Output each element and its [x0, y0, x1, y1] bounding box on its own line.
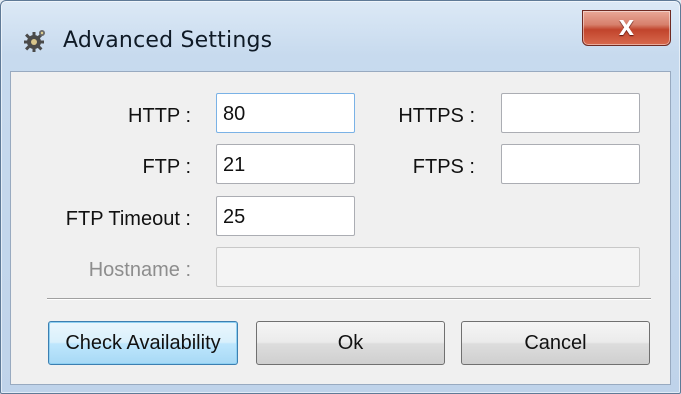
dialog-body: HTTP : 80 HTTPS : FTP : 21 FTPS : FTP Ti…	[10, 71, 671, 385]
close-icon: X	[618, 16, 635, 40]
gear-icon	[24, 30, 45, 52]
ok-button[interactable]: Ok	[256, 321, 445, 365]
ftp-timeout-value: 25	[223, 206, 246, 228]
ftps-port-input[interactable]	[501, 144, 640, 184]
ftp-port-value: 21	[223, 154, 246, 176]
check-availability-button[interactable]: Check Availability	[48, 321, 238, 365]
ftp-timeout-label: FTP Timeout :	[65, 208, 191, 230]
title-bar[interactable]: Advanced Settings X	[1, 1, 680, 69]
hostname-input	[216, 247, 640, 287]
http-label: HTTP :	[128, 105, 191, 127]
http-port-value: 80	[223, 103, 246, 125]
button-separator	[47, 298, 651, 300]
ftps-label: FTPS :	[412, 156, 475, 178]
http-port-input[interactable]: 80	[216, 93, 355, 133]
https-label: HTTPS :	[398, 105, 475, 127]
ftp-port-input[interactable]: 21	[216, 144, 355, 184]
dialog-window: Advanced Settings X HTTP : 80 HTTPS : FT…	[0, 0, 681, 394]
cancel-button[interactable]: Cancel	[461, 321, 650, 365]
https-port-input[interactable]	[501, 93, 640, 133]
ftp-timeout-input[interactable]: 25	[216, 196, 355, 236]
close-button[interactable]: X	[582, 10, 671, 46]
window-title: Advanced Settings	[63, 28, 273, 53]
hostname-label: Hostname :	[88, 259, 191, 281]
ftp-label: FTP :	[142, 156, 191, 178]
